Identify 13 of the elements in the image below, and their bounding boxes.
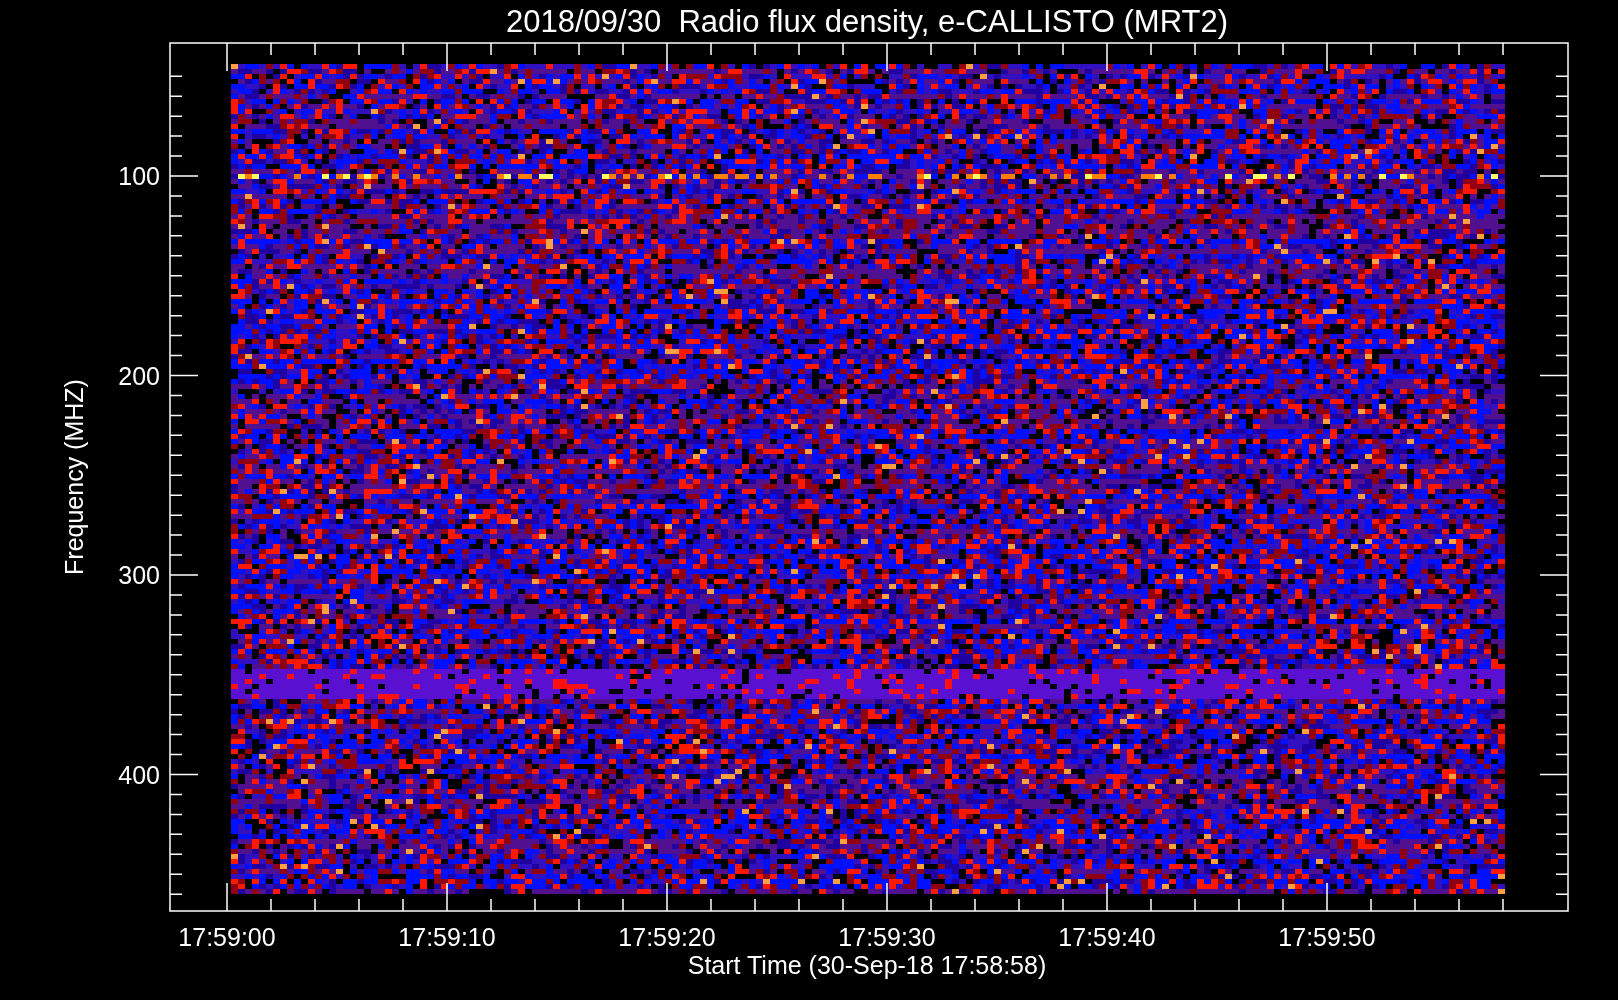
- tick-label: 100: [118, 162, 160, 190]
- tick-label: 17:59:00: [178, 923, 276, 951]
- tick-label: 400: [118, 760, 160, 789]
- axis-label: Start Time (30-Sep-18 17:58:58): [687, 951, 1047, 979]
- chart-title: 2018/09/30 Radio flux density, e-CALLISTO (MRT2): [506, 4, 1228, 39]
- tick-label: 17:59:30: [838, 923, 936, 951]
- tick-label: 300: [118, 561, 160, 589]
- tick-label: 17:59:40: [1058, 923, 1156, 951]
- tick-label: 17:59:20: [618, 923, 716, 951]
- tick-label: 17:59:10: [398, 923, 496, 951]
- axis-label: Frequency (MHZ): [60, 379, 88, 575]
- tick-label: 200: [118, 361, 160, 390]
- tick-label: 17:59:50: [1278, 923, 1376, 951]
